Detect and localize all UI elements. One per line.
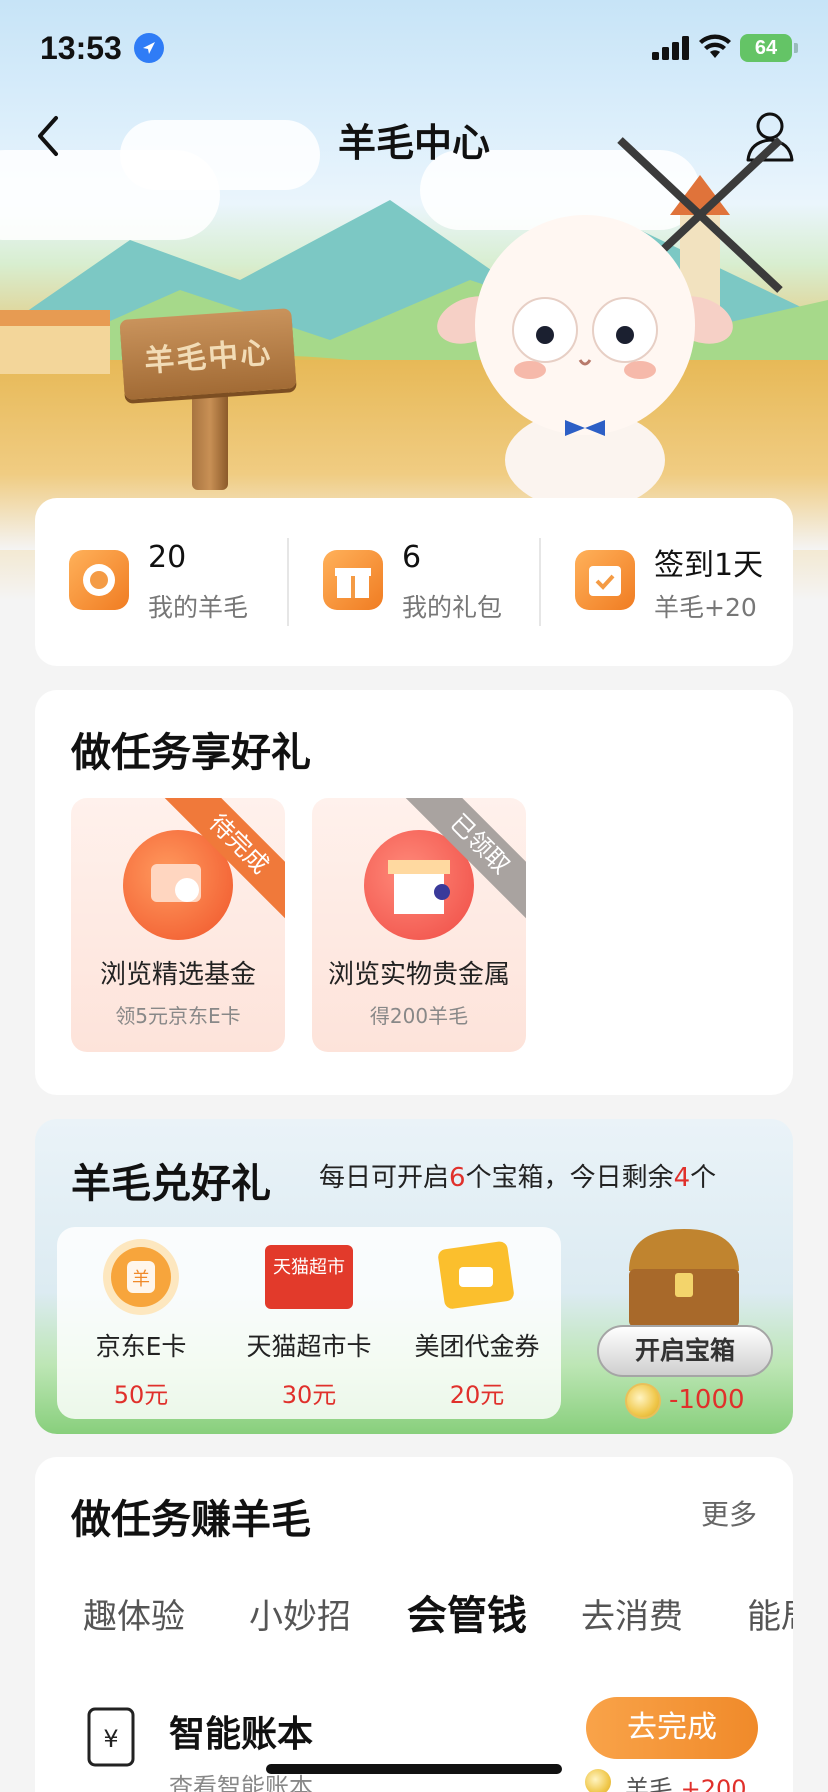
go-complete-button[interactable]: 去完成 [586, 1697, 758, 1759]
ledger-icon: ¥ [87, 1707, 135, 1767]
tab-fun-experience[interactable]: 趣体验 [83, 1589, 185, 1638]
sheep-flower-icon [69, 550, 129, 610]
svg-text:羊: 羊 [132, 1269, 150, 1290]
gift-item[interactable]: 待完成 浏览精选基金 领5元京东E卡 [71, 798, 285, 1052]
wifi-icon [699, 34, 731, 58]
gift-name: 浏览精选基金 [99, 960, 256, 990]
my-gift-stat[interactable]: 6 我的礼包 [289, 498, 541, 666]
chest-cost: -1000 [625, 1381, 785, 1421]
exchange-card: 羊毛兑好礼 每日可开启6个宝箱，今日剩余4个 羊 京东E卡 50元 天猫超市 天… [35, 1119, 793, 1434]
desc-text: 个宝箱，今日剩余 [465, 1163, 674, 1193]
exchange-item-price: 30元 [281, 1381, 337, 1409]
house-illustration [0, 310, 110, 374]
exchange-item-name: 京东E卡 [95, 1332, 187, 1361]
my-wool-value: 20 [148, 540, 187, 575]
exchange-item[interactable]: 美团代金券 20元 [393, 1227, 561, 1419]
sheep-mascot-illustration [437, 215, 733, 500]
svg-text:¥: ¥ [103, 1725, 118, 1753]
sign-in-stat[interactable]: 签到1天 羊毛+20 [541, 498, 793, 666]
exchange-item-price: 50元 [113, 1381, 169, 1409]
status-time: 13:53 [40, 30, 122, 66]
gift-icon [323, 550, 383, 610]
earn-wool-title: 做任务赚羊毛 [71, 1497, 311, 1543]
my-wool-label: 我的羊毛 [148, 593, 249, 622]
desc-daily-count: 6 [449, 1163, 466, 1193]
calendar-check-icon [575, 550, 635, 610]
open-chest-button[interactable]: 开启宝箱 [597, 1325, 773, 1377]
wool-coin-icon [625, 1383, 661, 1419]
chest-cost-value: -1000 [669, 1385, 745, 1415]
home-indicator[interactable] [266, 1764, 562, 1774]
exchange-item-name: 天猫超市卡 [246, 1332, 372, 1361]
task-reward: 羊毛 +200 [625, 1769, 747, 1792]
my-wool-stat[interactable]: 20 我的羊毛 [35, 498, 287, 666]
gift-name: 浏览实物贵金属 [327, 960, 510, 990]
exchange-item[interactable]: 羊 京东E卡 50元 [57, 1227, 225, 1419]
status-bar: 13:53 64 [0, 0, 828, 96]
battery-icon: 64 [740, 34, 792, 62]
sign-in-label: 羊毛+20 [654, 593, 757, 622]
sign-in-value: 签到1天 [654, 548, 764, 583]
desc-text: 每日可开启 [319, 1163, 450, 1193]
wool-coin-icon [585, 1769, 611, 1792]
battery-tip [794, 43, 798, 53]
earn-wool-card: 做任务赚羊毛 更多 趣体验 小妙招 会管钱 去消费 能局 ¥ 智能账本 查看智能… [35, 1457, 793, 1792]
tmall-card-icon: 天猫超市 [265, 1245, 353, 1309]
gift-item[interactable]: 已领取 浏览实物贵金属 得200羊毛 [312, 798, 526, 1052]
exchange-items-panel: 羊 京东E卡 50元 天猫超市 天猫超市卡 30元 美团代金券 20元 [57, 1227, 561, 1419]
task-name: 智能账本 [169, 1714, 314, 1755]
desc-text: 个 [690, 1163, 717, 1193]
exchange-description: 每日可开启6个宝箱，今日剩余4个 [319, 1157, 716, 1194]
tab-more[interactable]: 能局 [747, 1589, 793, 1638]
signpost: 羊毛中心 [119, 308, 297, 400]
signpost-text: 羊毛中心 [143, 335, 274, 380]
more-link[interactable]: 更多 [701, 1493, 757, 1533]
tab-tips[interactable]: 小妙招 [249, 1589, 351, 1638]
gift-sub: 领5元京东E卡 [115, 1004, 241, 1028]
signpost-pole [192, 380, 228, 490]
desc-remaining-count: 4 [673, 1163, 691, 1193]
tab-consumption[interactable]: 去消费 [581, 1589, 683, 1638]
meituan-coupon-icon [438, 1241, 514, 1309]
location-icon [134, 33, 164, 63]
my-gift-label: 我的礼包 [402, 593, 503, 622]
jd-card-icon: 羊 [103, 1239, 179, 1315]
exchange-item-name: 美团代金券 [414, 1332, 540, 1361]
treasure-chest-icon [629, 1229, 739, 1327]
exchange-item-price: 20元 [449, 1381, 505, 1409]
tmall-badge-text: 天猫超市 [273, 1257, 345, 1278]
stats-card: 20 我的羊毛 6 我的礼包 签到1天 羊毛+20 [35, 498, 793, 666]
task-gift-title: 做任务享好礼 [71, 730, 311, 776]
reward-label: 羊毛 [625, 1775, 673, 1792]
my-gift-value: 6 [402, 540, 422, 575]
exchange-title: 羊毛兑好礼 [71, 1161, 271, 1207]
gift-sub: 得200羊毛 [369, 1004, 469, 1028]
tab-money-management[interactable]: 会管钱 [407, 1583, 527, 1641]
reward-value: +200 [680, 1775, 747, 1792]
cellular-signal-icon [652, 36, 689, 60]
exchange-item[interactable]: 天猫超市 天猫超市卡 30元 [225, 1227, 393, 1419]
